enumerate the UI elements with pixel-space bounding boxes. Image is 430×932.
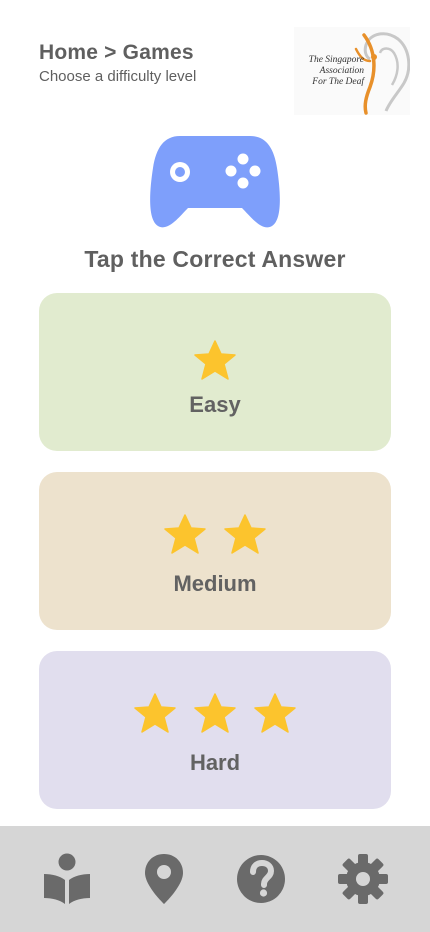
logo-text-line2: Association <box>319 66 364 76</box>
star-icon <box>254 693 296 733</box>
bottom-nav <box>0 826 430 932</box>
sadeaf-logo: The Singapore Association For The Deaf <box>294 27 410 115</box>
star-icon <box>194 693 236 733</box>
easy-stars <box>39 340 391 380</box>
level-hard-label: Hard <box>189 750 241 775</box>
nav-settings-button[interactable] <box>336 852 390 906</box>
gamepad-icon <box>150 134 280 230</box>
nav-learn-button[interactable] <box>40 852 94 906</box>
page-subtitle: Choose a difficulty level <box>39 68 197 85</box>
header: Home > Games Choose a difficulty level <box>39 39 289 87</box>
difficulty-screen: Home > Games Choose a difficulty level T… <box>0 0 430 932</box>
hard-stars <box>39 693 391 733</box>
logo-text-line3: For The Deaf <box>312 77 364 87</box>
star-icon <box>164 514 206 554</box>
map-pin-icon <box>145 854 183 904</box>
star-icon <box>134 693 176 733</box>
gear-icon <box>338 854 388 904</box>
nav-location-button[interactable] <box>137 852 191 906</box>
book-reader-icon <box>44 853 90 904</box>
star-icon <box>224 514 266 554</box>
level-easy-label: Easy <box>189 392 241 417</box>
nav-help-button[interactable] <box>234 852 288 906</box>
help-circle-icon <box>237 855 285 903</box>
star-icon <box>194 340 236 380</box>
medium-stars <box>39 514 391 554</box>
level-medium-label: Medium <box>173 571 257 596</box>
game-title: Tap the Correct Answer <box>84 246 346 272</box>
level-hard-button[interactable]: Hard <box>39 651 391 809</box>
logo-text-line1: The Singapore <box>308 55 364 65</box>
breadcrumb[interactable]: Home > Games <box>39 39 289 67</box>
level-easy-button[interactable]: Easy <box>39 293 391 451</box>
level-medium-button[interactable]: Medium <box>39 472 391 630</box>
